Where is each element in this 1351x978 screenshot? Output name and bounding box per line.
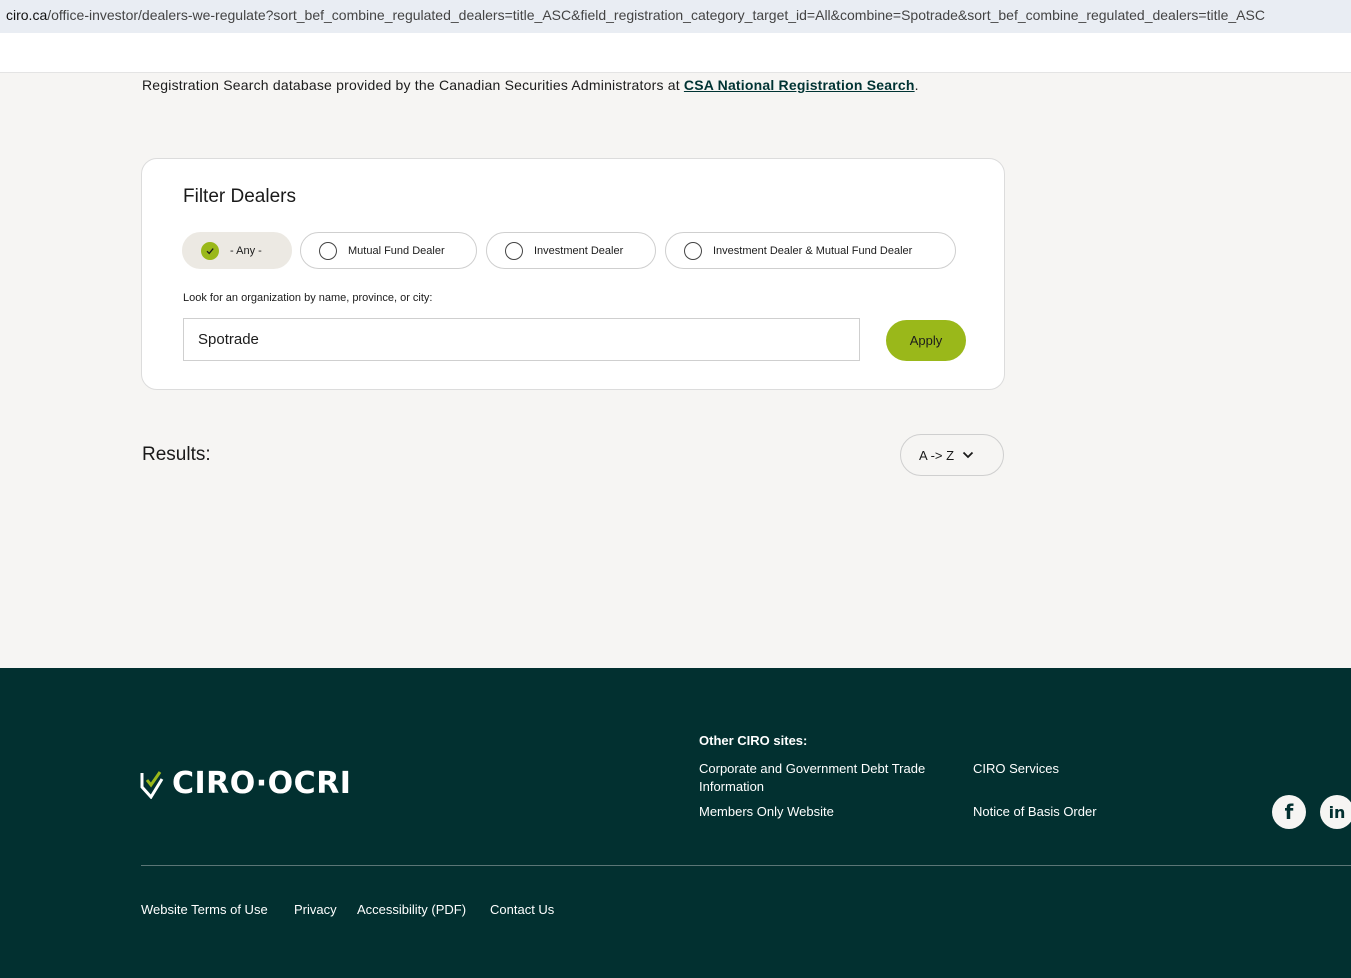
- footer-link-terms[interactable]: Website Terms of Use: [141, 902, 268, 917]
- radio-unchecked-icon: [319, 241, 337, 260]
- search-label: Look for an organization by name, provin…: [183, 292, 433, 304]
- csa-search-link[interactable]: CSA National Registration Search: [684, 77, 915, 93]
- logo-text: CIRO·OCRI: [172, 766, 352, 801]
- facebook-icon[interactable]: f: [1272, 795, 1306, 829]
- footer-link-corporate-debt[interactable]: Corporate and Government Debt Trade Info…: [699, 760, 954, 796]
- filter-title: Filter Dealers: [183, 186, 296, 207]
- results-label: Results:: [142, 444, 211, 465]
- intro-sentence: Registration Search database provided by…: [142, 77, 684, 93]
- linkedin-icon[interactable]: in: [1320, 795, 1351, 829]
- sort-select[interactable]: A -> Z: [900, 434, 1004, 476]
- url-path: /office-investor/dealers-we-regulate?sor…: [47, 7, 1265, 23]
- radio-mutual-fund-dealer[interactable]: Mutual Fund Dealer: [300, 232, 477, 269]
- address-bar[interactable]: ciro.ca/office-investor/dealers-we-regul…: [0, 0, 1351, 33]
- footer-divider: [141, 865, 1351, 866]
- intro-end: .: [914, 77, 919, 93]
- radio-investment-and-mutual-fund-dealer[interactable]: Investment Dealer & Mutual Fund Dealer: [665, 232, 956, 269]
- url-text[interactable]: ciro.ca/office-investor/dealers-we-regul…: [6, 7, 1265, 23]
- radio-investment-label: Investment Dealer: [534, 244, 624, 257]
- apply-button[interactable]: Apply: [886, 320, 966, 361]
- radio-investment-dealer[interactable]: Investment Dealer: [486, 232, 656, 269]
- footer-link-privacy[interactable]: Privacy: [294, 902, 337, 917]
- radio-checked-icon: [201, 241, 219, 260]
- radio-mutual-fund-label: Mutual Fund Dealer: [348, 244, 445, 257]
- intro-text: Registration Search database provided by…: [142, 77, 919, 93]
- ciro-logo[interactable]: CIRO·OCRI: [140, 766, 351, 801]
- site-header: [0, 33, 1351, 73]
- radio-any[interactable]: - Any -: [182, 232, 292, 269]
- radio-any-label: - Any -: [230, 244, 262, 257]
- chevron-down-icon: [962, 451, 974, 459]
- footer-link-ciro-services[interactable]: CIRO Services: [973, 760, 1059, 778]
- footer: CIRO·OCRI Other CIRO sites: Corporate an…: [0, 668, 1351, 978]
- footer-link-members-only[interactable]: Members Only Website: [699, 803, 834, 821]
- radio-investment-mutual-label: Investment Dealer & Mutual Fund Dealer: [713, 244, 913, 257]
- footer-link-notice-basis[interactable]: Notice of Basis Order: [973, 803, 1097, 821]
- filter-card: Filter Dealers - Any - Mutual Fund Deale…: [141, 158, 1005, 390]
- url-domain: ciro.ca: [6, 7, 48, 23]
- radio-unchecked-icon: [505, 241, 523, 260]
- sort-value: A -> Z: [919, 447, 955, 463]
- linkedin-glyph: in: [1328, 802, 1346, 822]
- other-sites-title: Other CIRO sites:: [699, 733, 808, 748]
- radio-unchecked-icon: [684, 241, 702, 260]
- facebook-glyph: f: [1284, 800, 1294, 824]
- search-input[interactable]: Spotrade: [183, 318, 860, 361]
- footer-link-accessibility[interactable]: Accessibility (PDF): [357, 902, 466, 917]
- footer-link-contact[interactable]: Contact Us: [490, 902, 554, 917]
- search-input-value: Spotrade: [198, 331, 259, 348]
- ciro-logo-icon: [140, 770, 164, 799]
